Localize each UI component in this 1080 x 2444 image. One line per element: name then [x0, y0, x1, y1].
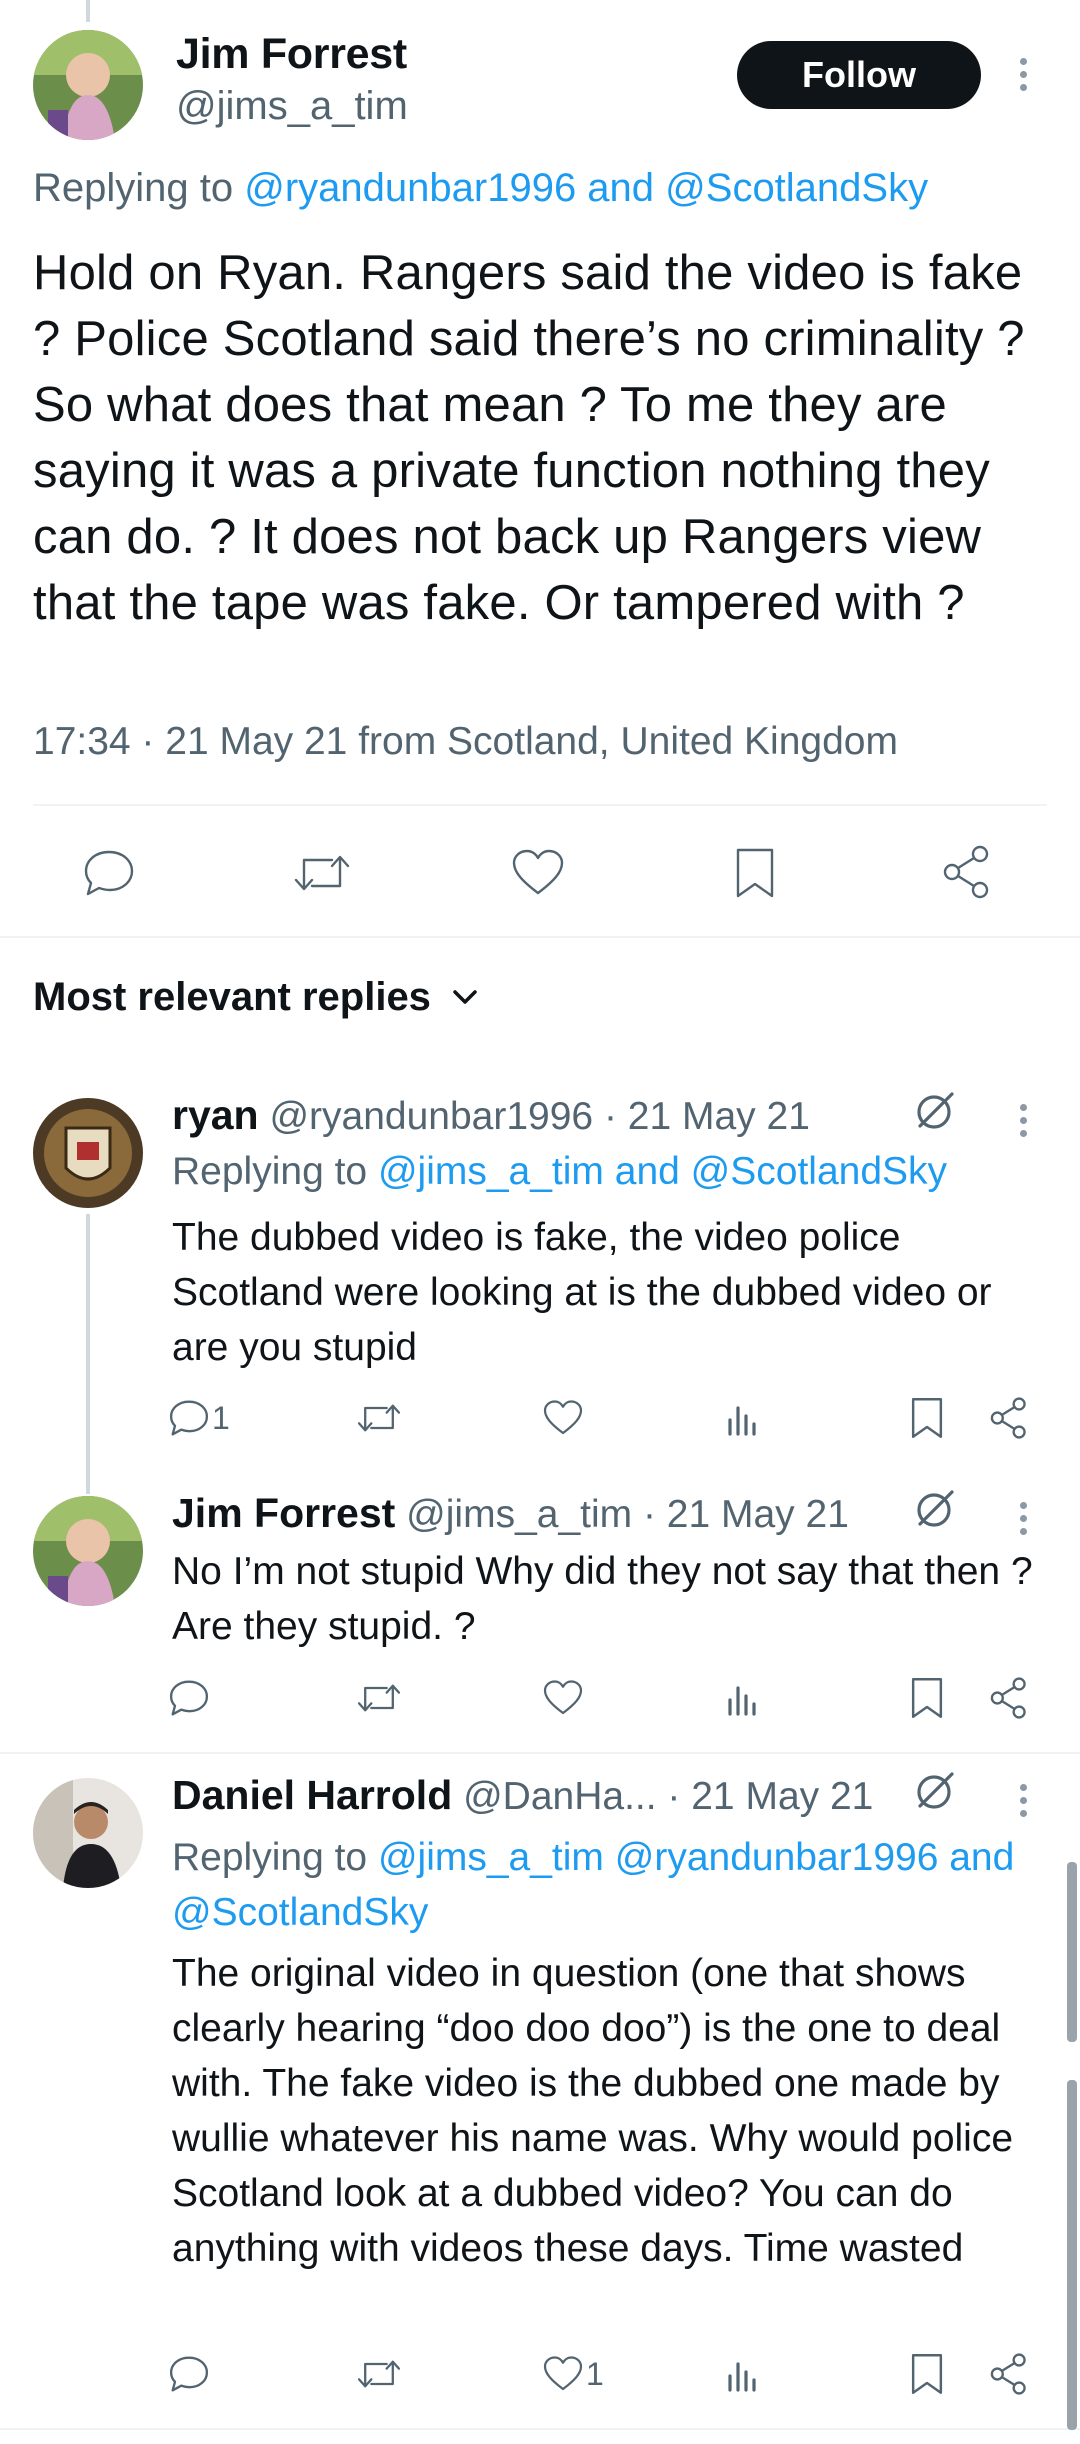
grok-icon[interactable]: [912, 1088, 958, 1139]
reply-icon[interactable]: [168, 2354, 210, 2394]
replying-to: Replying to @jims_a_tim and @ScotlandSky: [172, 1150, 947, 1194]
like-icon[interactable]: [510, 848, 566, 898]
reply-header: ryan @ryandunbar1996 · 21 May 21: [172, 1092, 810, 1139]
replies-sort-dropdown[interactable]: Most relevant replies: [33, 975, 485, 1020]
like-icon[interactable]: 1: [542, 2354, 604, 2394]
divider: [33, 804, 1047, 806]
replying-to-links[interactable]: @jims_a_tim and @ScotlandSky: [378, 1150, 947, 1193]
reply-author-handle[interactable]: @jims_a_tim: [406, 1493, 632, 1536]
tweet-text: Hold on Ryan. Rangers said the video is …: [33, 246, 1025, 630]
views-icon[interactable]: [722, 2354, 762, 2394]
reply-date[interactable]: · 21 May 21: [604, 1095, 810, 1138]
tweet-actions: [60, 830, 1020, 914]
retweet-icon[interactable]: [292, 848, 352, 898]
replying-prefix: Replying to: [172, 1150, 378, 1193]
reply-text: No I’m not stupid Why did they not say t…: [172, 1550, 1033, 1648]
share-icon[interactable]: [940, 844, 994, 900]
like-count: 1: [586, 2355, 604, 2392]
replying-to-links[interactable]: @ryandunbar1996 and @ScotlandSky: [244, 166, 928, 210]
reply-icon[interactable]: 1: [168, 1398, 230, 1438]
bookmark-icon[interactable]: [732, 846, 778, 900]
grok-icon[interactable]: [912, 1768, 958, 1819]
section-divider: [0, 1752, 1080, 1754]
bookmark-icon[interactable]: [908, 1676, 946, 1720]
follow-button[interactable]: Follow: [737, 41, 981, 109]
like-icon[interactable]: [542, 1398, 584, 1438]
reply-author-name[interactable]: Jim Forrest: [172, 1490, 395, 1536]
tweet-meta: 17:34 · 21 May 21 from Scotland, United …: [33, 720, 898, 763]
replying-prefix: Replying to: [33, 166, 245, 210]
like-icon[interactable]: [542, 1678, 584, 1718]
retweet-icon[interactable]: [356, 2354, 402, 2394]
reply-date[interactable]: · 21 May 21: [643, 1493, 849, 1536]
reply-avatar[interactable]: [33, 1098, 143, 1208]
sort-label: Most relevant replies: [33, 975, 431, 1019]
reply-author-name[interactable]: ryan: [172, 1092, 259, 1138]
thread-line: [86, 1214, 90, 1494]
reply-text: The dubbed video is fake, the video poli…: [172, 1216, 992, 1369]
author-avatar[interactable]: [33, 30, 143, 140]
reply-actions: 1: [168, 2352, 1048, 2402]
reply-count: 1: [212, 1399, 230, 1436]
more-icon[interactable]: [1020, 1502, 1028, 1541]
reply-date[interactable]: · 21 May 21: [667, 1775, 873, 1818]
reply-header: Daniel Harrold @DanHa... · 21 May 21: [172, 1772, 873, 1819]
author-name[interactable]: Jim Forrest: [176, 30, 407, 79]
retweet-icon[interactable]: [356, 1678, 402, 1718]
reply-avatar[interactable]: [33, 1778, 143, 1888]
more-icon[interactable]: [1020, 58, 1028, 97]
reply-header: Jim Forrest @jims_a_tim · 21 May 21: [172, 1490, 849, 1537]
reply-actions: [168, 1676, 1048, 1726]
retweet-icon[interactable]: [356, 1398, 402, 1438]
more-icon[interactable]: [1020, 1104, 1028, 1143]
replying-to: Replying to @jims_a_tim @ryandunbar1996 …: [172, 1830, 1052, 1940]
share-icon[interactable]: [988, 1676, 1030, 1720]
reply-author-handle[interactable]: @DanHa...: [463, 1775, 657, 1818]
grok-icon[interactable]: [912, 1486, 958, 1537]
section-divider: [0, 2428, 1080, 2430]
share-icon[interactable]: [988, 2352, 1030, 2396]
section-divider: [0, 936, 1080, 938]
share-icon[interactable]: [988, 1396, 1030, 1440]
scrollbar-track-segment[interactable]: [1067, 2080, 1077, 2430]
replying-to: Replying to @ryandunbar1996 and @Scotlan…: [33, 166, 928, 211]
bookmark-icon[interactable]: [908, 2352, 946, 2396]
reply-actions: 1: [168, 1396, 1048, 1446]
replying-prefix: Replying to: [172, 1836, 378, 1879]
reply-author-handle[interactable]: @ryandunbar1996: [269, 1095, 593, 1138]
reply-icon[interactable]: [82, 848, 136, 898]
reply-author-name[interactable]: Daniel Harrold: [172, 1772, 452, 1818]
scrollbar-thumb[interactable]: [1067, 1862, 1077, 2042]
more-icon[interactable]: [1020, 1784, 1028, 1823]
views-icon[interactable]: [722, 1678, 762, 1718]
thread-line: [86, 0, 90, 22]
chevron-down-icon: [453, 989, 477, 1004]
reply-avatar[interactable]: [33, 1496, 143, 1606]
views-icon[interactable]: [722, 1398, 762, 1438]
author-handle[interactable]: @jims_a_tim: [176, 84, 408, 129]
reply-text: The original video in question (one that…: [172, 1952, 1014, 2270]
bookmark-icon[interactable]: [908, 1396, 946, 1440]
reply-icon[interactable]: [168, 1678, 210, 1718]
